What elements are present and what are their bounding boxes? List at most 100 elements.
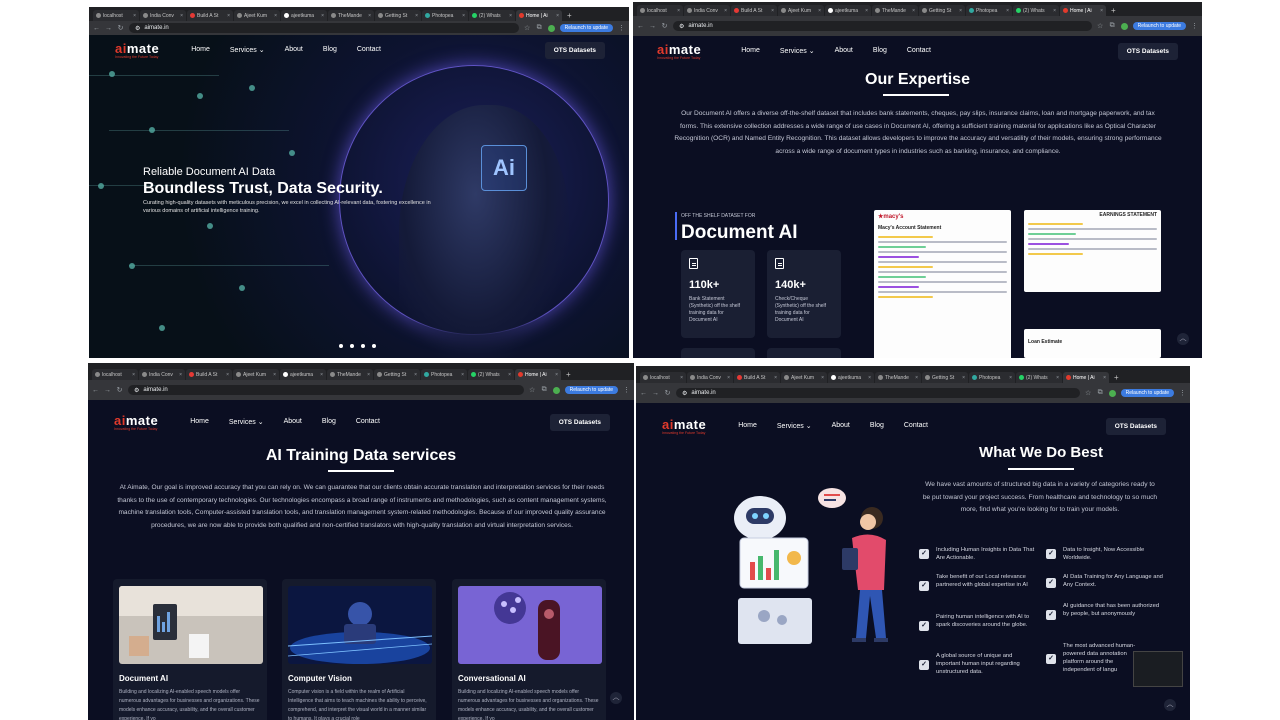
nav-about[interactable]: About xyxy=(832,422,850,430)
browser-tab[interactable]: Ajeet Kum × xyxy=(233,369,279,380)
aimate-logo[interactable]: aimate Innovating the Future Today xyxy=(114,413,158,431)
browser-tab[interactable]: ajeetkuma × xyxy=(281,10,327,21)
nav-services[interactable]: Services ⌄ xyxy=(229,418,264,426)
close-icon[interactable]: × xyxy=(274,13,277,19)
profile-avatar[interactable] xyxy=(1120,22,1128,30)
forward-icon[interactable]: → xyxy=(104,387,111,394)
extensions-icon[interactable]: ⧉ xyxy=(536,24,543,32)
bookmark-star-icon[interactable]: ☆ xyxy=(524,24,531,32)
new-tab-button[interactable]: + xyxy=(1107,5,1120,16)
close-icon[interactable]: × xyxy=(180,13,183,19)
nav-home[interactable]: Home xyxy=(191,46,210,54)
service-card-computer-vision[interactable]: Computer Vision Computer vision is a fie… xyxy=(282,579,436,720)
close-icon[interactable]: × xyxy=(321,13,324,19)
browser-tab[interactable]: Build A St × xyxy=(187,10,233,21)
browser-tab[interactable]: India Conv × xyxy=(140,10,186,21)
close-icon[interactable]: × xyxy=(1006,8,1009,14)
close-icon[interactable]: × xyxy=(227,13,230,19)
extensions-icon[interactable]: ⧉ xyxy=(541,386,548,394)
site-info-icon[interactable]: ⚙ xyxy=(135,25,140,32)
nav-services[interactable]: Services ⌄ xyxy=(780,47,815,55)
extensions-icon[interactable]: ⧉ xyxy=(1097,389,1104,397)
close-icon[interactable]: × xyxy=(724,8,727,14)
relaunch-button[interactable]: Relaunch to update xyxy=(1120,389,1174,397)
menu-icon[interactable]: ⋮ xyxy=(618,24,625,32)
browser-tab[interactable]: (2) Whats × xyxy=(1013,5,1059,16)
carousel-dot[interactable] xyxy=(361,344,365,348)
browser-tab[interactable]: Ajeet Kum × xyxy=(234,10,280,21)
nav-blog[interactable]: Blog xyxy=(870,422,884,430)
forward-icon[interactable]: → xyxy=(652,390,659,397)
close-icon[interactable]: × xyxy=(1009,375,1012,381)
back-icon[interactable]: ← xyxy=(92,387,99,394)
browser-tab[interactable]: TheMande × xyxy=(875,372,921,383)
browser-tab[interactable]: TheMande × xyxy=(328,10,374,21)
browser-tab[interactable]: Getting St × xyxy=(922,372,968,383)
menu-icon[interactable]: ⋮ xyxy=(1191,22,1198,30)
bookmark-star-icon[interactable]: ☆ xyxy=(1085,389,1092,397)
forward-icon[interactable]: → xyxy=(649,23,656,30)
browser-tab[interactable]: Getting St × xyxy=(919,5,965,16)
browser-tab-active[interactable]: Home | Ai × xyxy=(516,10,562,21)
close-icon[interactable]: × xyxy=(179,372,182,378)
close-icon[interactable]: × xyxy=(461,372,464,378)
browser-tab[interactable]: localhost × xyxy=(637,5,683,16)
close-icon[interactable]: × xyxy=(865,8,868,14)
relaunch-button[interactable]: Relaunch to update xyxy=(564,386,618,394)
browser-tab[interactable]: TheMande × xyxy=(327,369,373,380)
close-icon[interactable]: × xyxy=(774,375,777,381)
nav-contact[interactable]: Contact xyxy=(904,422,928,430)
aimate-logo[interactable]: aimate Innovating the Future Today xyxy=(657,42,701,60)
browser-tab[interactable]: localhost × xyxy=(93,10,139,21)
browser-tab[interactable]: localhost × xyxy=(640,372,686,383)
browser-tab[interactable]: Ajeet Kum × xyxy=(778,5,824,16)
profile-avatar[interactable] xyxy=(547,24,555,32)
close-icon[interactable]: × xyxy=(818,8,821,14)
ots-datasets-button[interactable]: OTS Datasets xyxy=(544,41,605,59)
scroll-to-top-button[interactable]: ︿ xyxy=(1164,699,1176,711)
browser-tab[interactable]: Photopea × xyxy=(969,372,1015,383)
close-icon[interactable]: × xyxy=(226,372,229,378)
carousel-dot[interactable] xyxy=(372,344,376,348)
browser-tab[interactable]: (2) Whats × xyxy=(1016,372,1062,383)
nav-contact[interactable]: Contact xyxy=(357,46,381,54)
close-icon[interactable]: × xyxy=(555,372,558,378)
extensions-icon[interactable]: ⧉ xyxy=(1109,22,1116,30)
close-icon[interactable]: × xyxy=(415,13,418,19)
forward-icon[interactable]: → xyxy=(105,25,112,32)
nav-about[interactable]: About xyxy=(285,46,303,54)
browser-tab[interactable]: Photopea × xyxy=(422,10,468,21)
close-icon[interactable]: × xyxy=(133,13,136,19)
close-icon[interactable]: × xyxy=(320,372,323,378)
browser-tab[interactable]: ajeetkuma × xyxy=(280,369,326,380)
browser-tab[interactable]: India Conv × xyxy=(684,5,730,16)
close-icon[interactable]: × xyxy=(821,375,824,381)
relaunch-button[interactable]: Relaunch to update xyxy=(1132,22,1186,30)
close-icon[interactable]: × xyxy=(414,372,417,378)
ots-datasets-button[interactable]: OTS Datasets xyxy=(1117,42,1178,60)
new-tab-button[interactable]: + xyxy=(562,369,575,380)
ots-datasets-button[interactable]: OTS Datasets xyxy=(549,413,610,431)
close-icon[interactable]: × xyxy=(680,375,683,381)
nav-services[interactable]: Services ⌄ xyxy=(777,422,812,430)
address-bar[interactable]: ⚙ aimate.in xyxy=(128,385,524,395)
close-icon[interactable]: × xyxy=(677,8,680,14)
nav-blog[interactable]: Blog xyxy=(873,47,887,55)
service-card-document-ai[interactable]: Document AI Building and localizing AI-e… xyxy=(113,579,267,720)
back-icon[interactable]: ← xyxy=(637,23,644,30)
reload-icon[interactable]: ↻ xyxy=(664,389,671,397)
new-tab-button[interactable]: + xyxy=(563,10,576,21)
nav-contact[interactable]: Contact xyxy=(356,418,380,426)
close-icon[interactable]: × xyxy=(368,13,371,19)
close-icon[interactable]: × xyxy=(132,372,135,378)
browser-tab[interactable]: localhost × xyxy=(92,369,138,380)
close-icon[interactable]: × xyxy=(508,372,511,378)
reload-icon[interactable]: ↻ xyxy=(116,386,123,394)
aimate-logo[interactable]: aimate Innovating the Future Today xyxy=(662,417,706,435)
close-icon[interactable]: × xyxy=(912,8,915,14)
profile-avatar[interactable] xyxy=(1108,389,1116,397)
back-icon[interactable]: ← xyxy=(640,390,647,397)
close-icon[interactable]: × xyxy=(959,8,962,14)
browser-tab[interactable]: TheMande × xyxy=(872,5,918,16)
close-icon[interactable]: × xyxy=(1103,375,1106,381)
